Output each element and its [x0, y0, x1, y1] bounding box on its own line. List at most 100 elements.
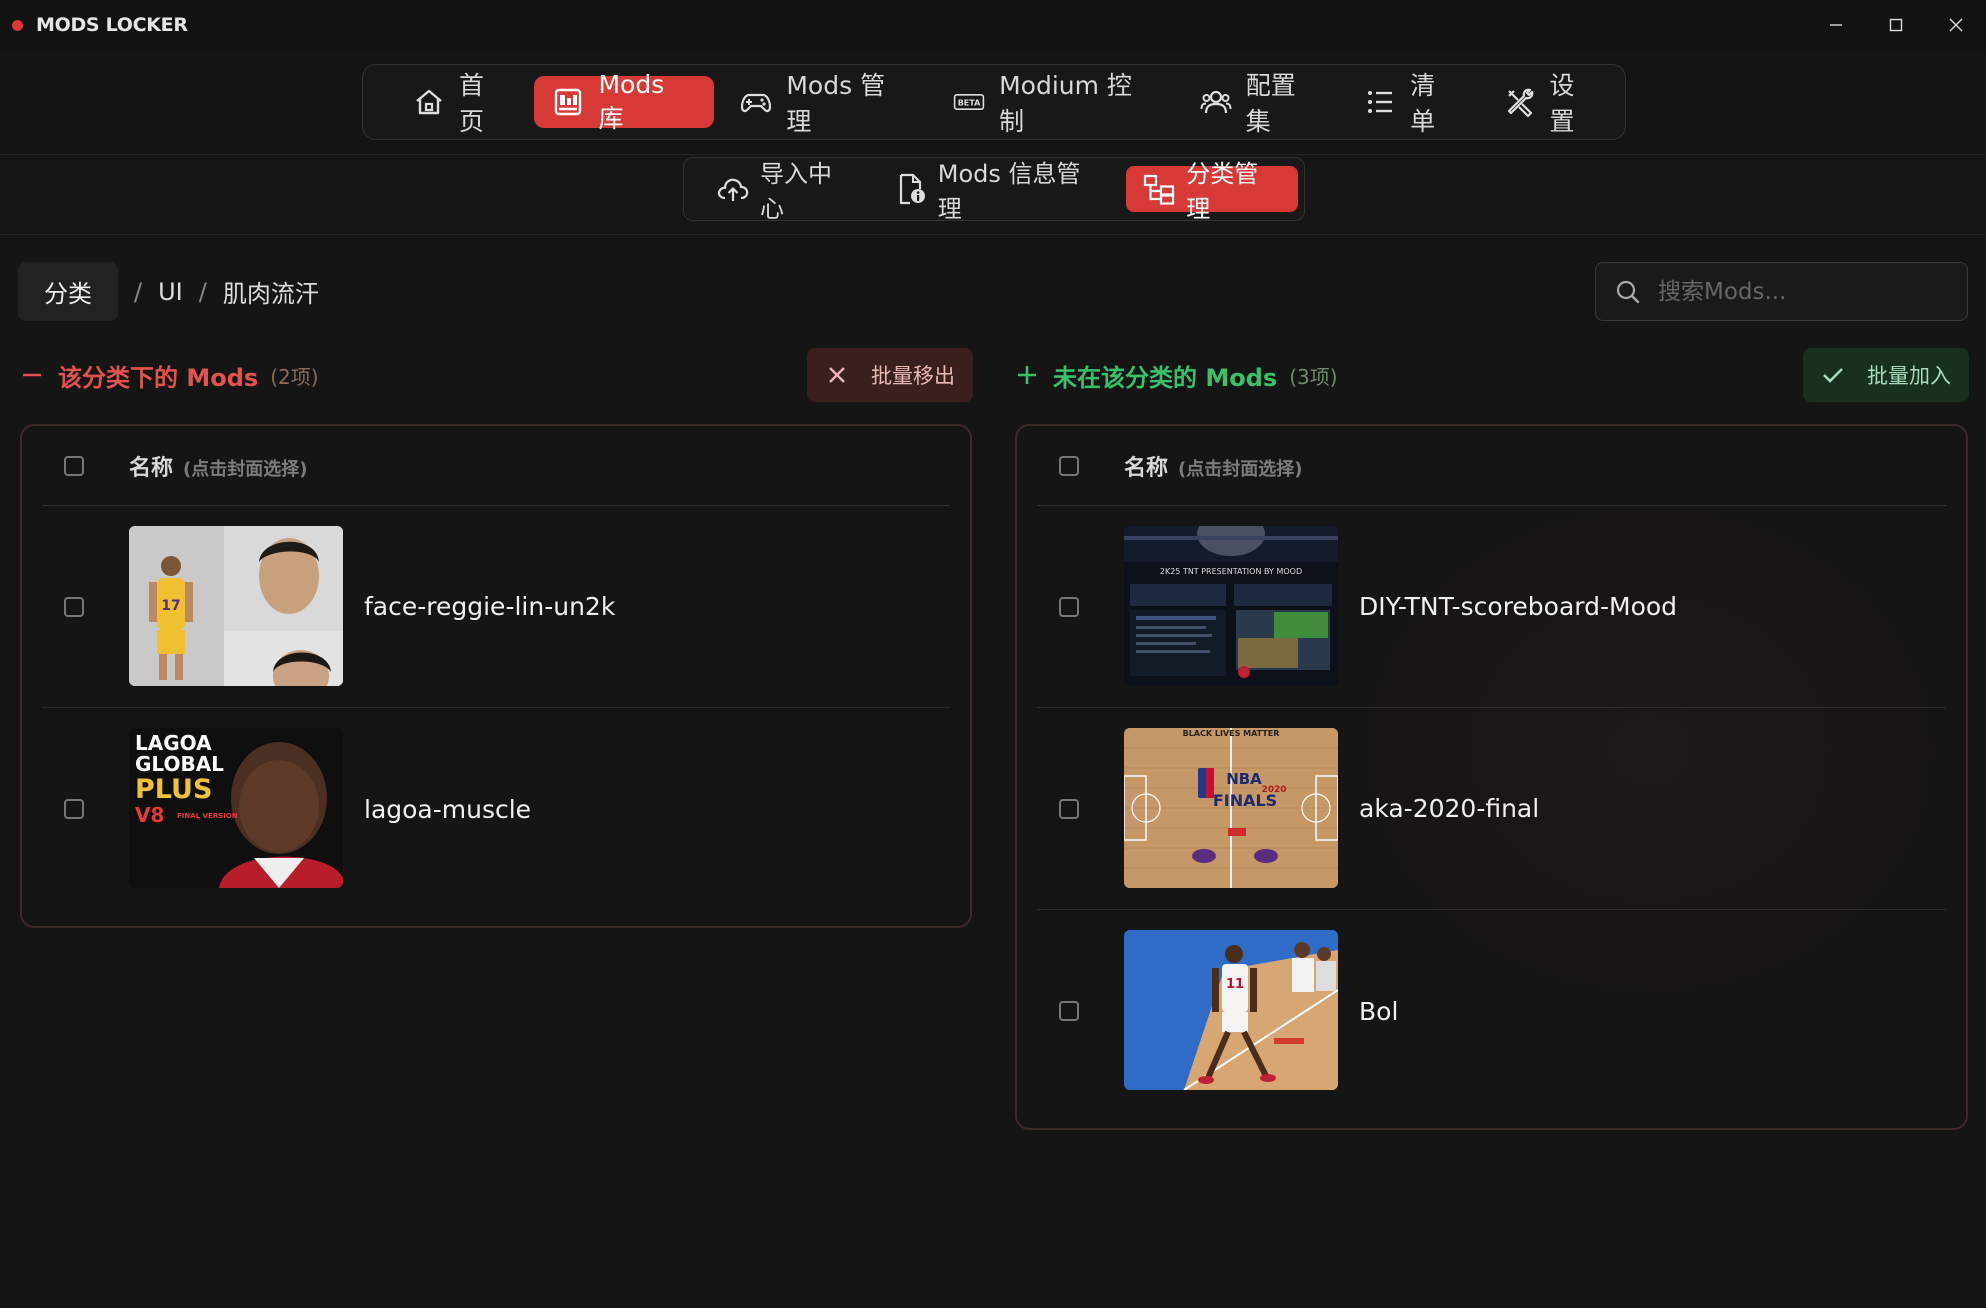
row-checkbox[interactable] [1059, 596, 1079, 617]
nav-settings[interactable]: 设置 [1486, 71, 1617, 136]
subnav-category-manage-label: 分类管理 [1186, 160, 1259, 223]
not-in-category-count: (3项) [1289, 364, 1338, 389]
close-icon [1949, 18, 1963, 32]
main-nav-bar: 首页 Mods 库 Mods 管理 BETA Modium 控制 配置集 清单 … [0, 50, 1986, 155]
in-category-list: 名称 (点击封面选择) 17 face-reggie-lin-un2k LAGO… [20, 424, 972, 928]
table-row[interactable]: LAGOA GLOBAL PLUS V8 FINAL VERSION lagoa… [42, 708, 950, 910]
nav-mods-manage[interactable]: Mods 管理 [722, 71, 927, 136]
search-icon [1616, 280, 1640, 303]
breadcrumb-separator: / [134, 277, 143, 306]
cover-text-jersey: 11 [1226, 977, 1244, 992]
mod-cover-image[interactable]: BLACK LIVES MATTER NBA FINALS 2020 [1124, 728, 1338, 888]
nav-modium-control-label: Modium 控制 [999, 71, 1132, 136]
file-info-icon [894, 172, 928, 206]
search-input[interactable] [1658, 278, 1948, 305]
window-controls [1806, 0, 1986, 50]
beta-icon: BETA [953, 86, 985, 118]
svg-text:17: 17 [161, 598, 180, 614]
subnav-mods-info[interactable]: Mods 信息管理 [878, 160, 1120, 223]
maximize-button[interactable] [1866, 0, 1926, 50]
cloud-upload-icon [716, 172, 750, 206]
nav-checklist[interactable]: 清单 [1346, 71, 1477, 136]
cover-text-final: FINAL VERSION [177, 812, 238, 820]
tools-icon [1504, 86, 1536, 118]
library-icon [552, 86, 584, 118]
title-bar: MODS LOCKER [0, 0, 1986, 50]
app-logo-dot [12, 19, 23, 31]
table-row[interactable]: BLACK LIVES MATTER NBA FINALS 2020 aka-2… [1037, 708, 1946, 910]
gamepad-icon [740, 86, 772, 118]
mod-name: face-reggie-lin-un2k [364, 592, 616, 621]
breadcrumb-item-current: 肌肉流汗 [222, 280, 319, 308]
in-category-count: (2项) [270, 364, 319, 389]
breadcrumb-root[interactable]: 分类 [18, 262, 118, 321]
maximize-icon [1889, 18, 1903, 32]
not-in-category-list: 名称 (点击封面选择) 2K25 TNT PRESENTATION BY MOOD [1015, 424, 1968, 1130]
row-checkbox[interactable] [64, 596, 84, 617]
mod-cover-image[interactable]: LAGOA GLOBAL PLUS V8 FINAL VERSION [129, 728, 343, 888]
check-icon [1823, 368, 1843, 383]
select-all-checkbox[interactable] [1059, 455, 1079, 476]
batch-remove-label: 批量移出 [871, 364, 955, 388]
main-nav: 首页 Mods 库 Mods 管理 BETA Modium 控制 配置集 清单 … [362, 64, 1626, 140]
nav-profiles-label: 配置集 [1245, 71, 1296, 136]
svg-text:BETA: BETA [958, 99, 981, 108]
batch-add-label: 批量加入 [1867, 364, 1951, 388]
row-checkbox[interactable] [1059, 798, 1079, 819]
nav-profiles[interactable]: 配置集 [1182, 71, 1338, 136]
column-hint: (点击封面选择) [1178, 458, 1303, 480]
table-row[interactable]: 17 face-reggie-lin-un2k [42, 506, 950, 708]
column-name: 名称 (点击封面选择) [1124, 450, 1302, 482]
subnav-category-manage[interactable]: 分类管理 [1126, 160, 1298, 223]
cover-text-nba: NBA [1226, 770, 1262, 788]
batch-remove-button[interactable]: 批量移出 [807, 348, 973, 402]
nav-mods-manage-label: Mods 管理 [786, 71, 886, 136]
column-name-label: 名称 [129, 455, 174, 481]
mod-cover-image[interactable]: 11 [1124, 930, 1338, 1090]
search-box[interactable] [1595, 262, 1968, 321]
nav-mods-library[interactable]: Mods 库 [534, 70, 715, 133]
close-window-button[interactable] [1926, 0, 1986, 50]
nav-mods-library-label: Mods 库 [598, 69, 665, 133]
home-icon [413, 86, 445, 118]
in-category-header: 该分类下的 Mods (2项) [20, 347, 319, 403]
not-in-category-header: 未在该分类的 Mods (3项) [1015, 347, 1338, 403]
subnav-import-center[interactable]: 导入中心 [700, 160, 872, 223]
cover-text-plus: PLUS [135, 774, 212, 805]
sub-nav: 导入中心 Mods 信息管理 分类管理 [683, 157, 1305, 223]
sub-nav-bar: 导入中心 Mods 信息管理 分类管理 [0, 155, 1986, 235]
column-name: 名称 (点击封面选择) [129, 450, 307, 482]
users-icon [1200, 86, 1232, 118]
breadcrumb: 分类 / UI / 肌肉流汗 [18, 262, 319, 321]
list-icon [1364, 86, 1396, 118]
nav-home-label: 首页 [459, 71, 485, 136]
select-all-checkbox[interactable] [64, 455, 84, 476]
breadcrumb-item-ui[interactable]: UI [158, 278, 183, 306]
plus-icon [1018, 366, 1036, 384]
column-hint: (点击封面选择) [183, 458, 308, 480]
subnav-import-center-label: 导入中心 [760, 160, 832, 223]
not-in-category-title: 未在该分类的 Mods [1053, 363, 1278, 392]
nav-modium-control[interactable]: BETA Modium 控制 [935, 71, 1174, 136]
batch-add-button[interactable]: 批量加入 [1803, 348, 1969, 402]
in-category-title: 该分类下的 Mods [58, 363, 259, 392]
table-row[interactable]: 11 Bol [1037, 910, 1946, 1112]
subnav-mods-info-label: Mods 信息管理 [937, 160, 1081, 223]
nav-home[interactable]: 首页 [395, 71, 526, 136]
nav-settings-label: 设置 [1549, 71, 1575, 136]
mod-cover-image[interactable]: 17 [129, 526, 343, 686]
minimize-button[interactable] [1806, 0, 1866, 50]
row-checkbox[interactable] [64, 799, 84, 819]
cover-text-global: GLOBAL [135, 752, 224, 776]
mod-name: Bol [1359, 996, 1399, 1026]
category-tree-icon [1142, 172, 1176, 206]
table-row[interactable]: 2K25 TNT PRESENTATION BY MOOD DIY-TNT-sc… [1037, 506, 1946, 708]
table-header: 名称 (点击封面选择) [1037, 426, 1946, 506]
row-checkbox[interactable] [1059, 1001, 1079, 1021]
close-icon [829, 367, 845, 383]
column-name-label: 名称 [1124, 455, 1169, 481]
cover-text-version: V8 [135, 803, 164, 827]
app-title: MODS LOCKER [36, 14, 188, 36]
mod-cover-image[interactable]: 2K25 TNT PRESENTATION BY MOOD [1124, 526, 1338, 686]
mod-name: lagoa-muscle [364, 794, 532, 824]
